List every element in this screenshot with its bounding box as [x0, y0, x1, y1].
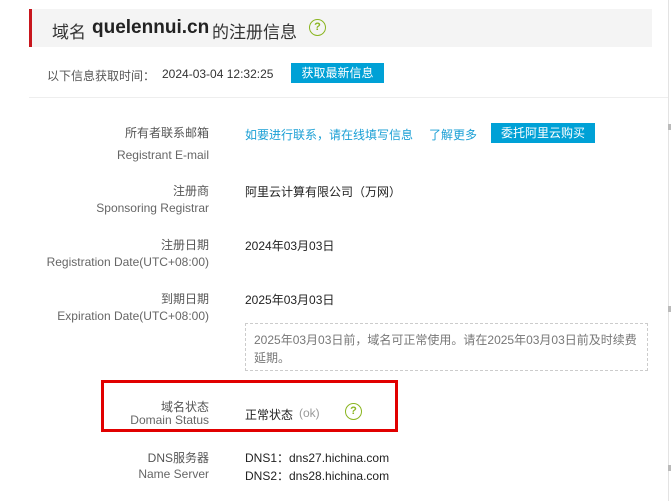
email-label-en: Registrant E-mail [116, 148, 209, 162]
registrar-value: 阿里云计算有限公司（万网） [245, 185, 402, 199]
email-label-cn: 所有者联系邮箱 [124, 126, 209, 140]
registration-value: 2024年03月03日 [245, 239, 335, 253]
right-border [668, 0, 669, 501]
fetch-time-value: 2024-03-04 12:32:25 [162, 67, 274, 81]
header-prefix: 域名 [52, 23, 86, 42]
registrar-label-en: Sponsoring Registrar [96, 201, 209, 215]
status-highlight-box [101, 380, 398, 432]
dns1-value: DNS1：dns27.hichina.com [245, 451, 390, 465]
dns2-value: DNS2：dns28.hichina.com [245, 469, 390, 483]
divider [29, 97, 668, 98]
fetch-time-label: 以下信息获取时间： [47, 69, 156, 83]
expiration-notice: 2025年03月03日前，域名可正常使用。请在2025年03月03日前及时续费延… [245, 323, 648, 371]
registration-label-cn: 注册日期 [160, 238, 209, 252]
header-suffix: 的注册信息 [212, 23, 297, 42]
registrar-label-cn: 注册商 [172, 184, 209, 198]
expiration-label-en: Expiration Date(UTC+08:00) [57, 309, 209, 323]
page-header: 域名 quelennui.cn 的注册信息 ? [29, 9, 652, 47]
registration-label-en: Registration Date(UTC+08:00) [46, 255, 209, 269]
learn-more-link[interactable]: 了解更多 [429, 126, 477, 143]
nameserver-label-en: Name Server [138, 467, 209, 481]
refresh-info-button[interactable]: 获取最新信息 [291, 63, 384, 83]
question-circle-icon[interactable]: ? [309, 19, 326, 36]
buy-via-aliyun-button[interactable]: 委托阿里云购买 [491, 123, 595, 143]
nameserver-label-cn: DNS服务器 [147, 451, 209, 465]
expiration-label-cn: 到期日期 [160, 292, 209, 306]
domain-name: quelennui.cn [92, 17, 210, 38]
expiration-value: 2025年03月03日 [245, 293, 335, 307]
contact-form-link[interactable]: 如要进行联系，请在线填写信息 [245, 126, 413, 143]
